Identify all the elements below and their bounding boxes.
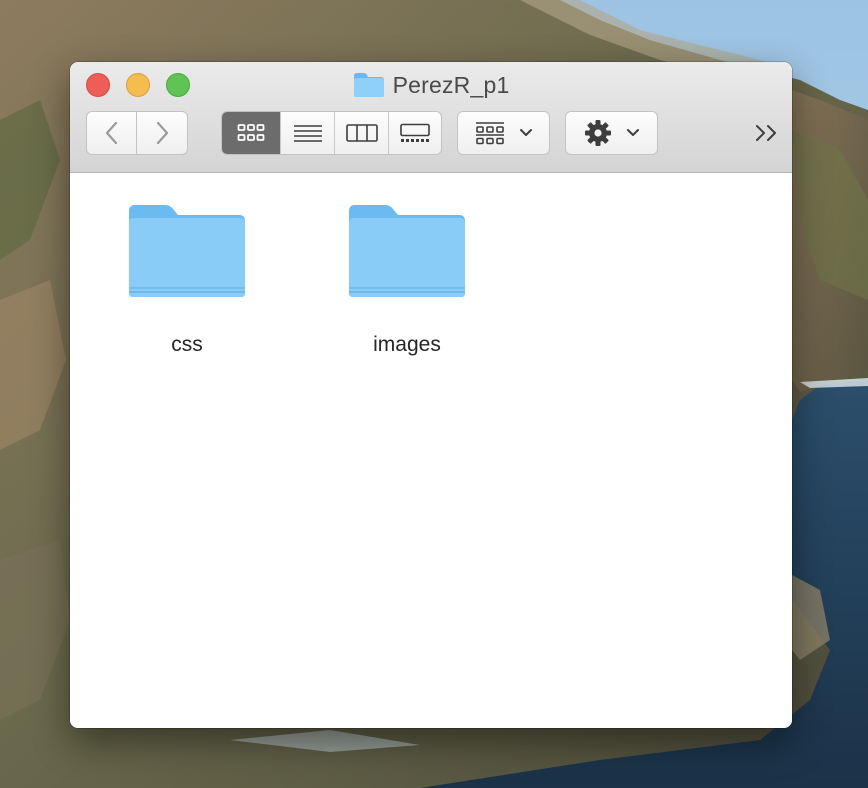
folder-item[interactable]: images <box>327 201 487 357</box>
folder-item[interactable]: css <box>107 201 267 357</box>
group-by-icon <box>475 122 504 145</box>
gallery-view-icon <box>400 123 430 142</box>
list-view-icon <box>293 125 322 142</box>
chevron-right-icon <box>156 121 169 145</box>
folder-name: images <box>373 333 441 356</box>
folder-icon <box>353 73 384 97</box>
view-as-list-button[interactable] <box>280 112 334 154</box>
view-as-gallery-button[interactable] <box>388 112 441 154</box>
window-title-text: PerezR_p1 <box>392 71 510 98</box>
desktop: PerezR_p1 css images <box>0 0 868 788</box>
gear-icon <box>584 120 611 146</box>
file-browser: css images <box>70 173 792 728</box>
chevron-down-icon <box>519 129 532 136</box>
view-as-columns-button[interactable] <box>334 112 388 154</box>
window-title: PerezR_p1 <box>70 70 792 100</box>
action-menu-button[interactable] <box>565 111 658 155</box>
group-by-button[interactable] <box>457 111 550 155</box>
view-as-icons-button[interactable] <box>222 112 280 154</box>
toolbar: PerezR_p1 <box>70 62 792 173</box>
icon-view-icon <box>237 124 265 141</box>
folder-icon <box>129 205 245 297</box>
folder-icon <box>349 205 465 297</box>
view-mode-control <box>221 111 442 155</box>
chevron-left-icon <box>105 121 117 145</box>
column-view-icon <box>345 124 378 142</box>
chevron-down-icon <box>626 129 639 136</box>
finder-window: PerezR_p1 css images <box>70 62 792 728</box>
forward-button[interactable] <box>137 111 188 155</box>
back-button[interactable] <box>86 111 137 155</box>
double-chevron-right-icon[interactable] <box>754 122 780 144</box>
folder-name: css <box>171 333 203 356</box>
